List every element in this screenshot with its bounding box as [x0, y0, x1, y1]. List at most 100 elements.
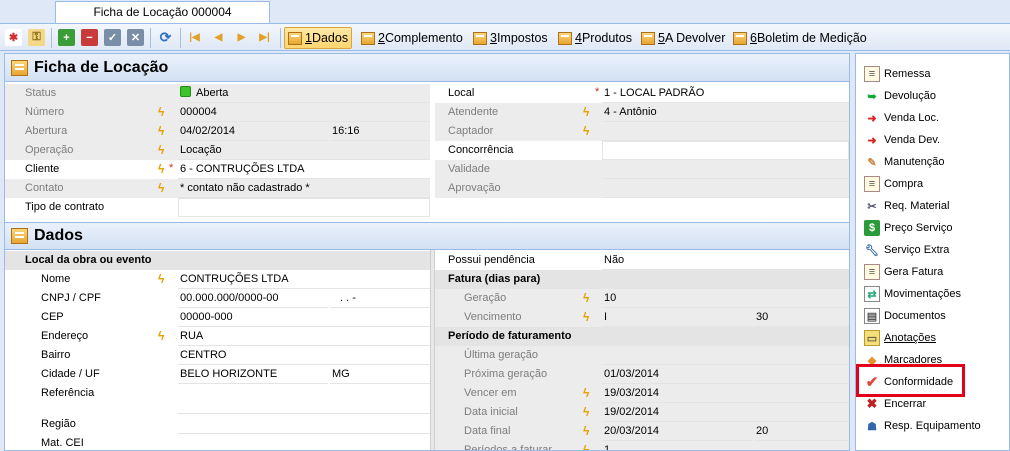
next-record-icon[interactable]: ▶ — [233, 29, 250, 46]
contato-field[interactable]: * contato não cadastrado * — [178, 179, 430, 198]
document-tab[interactable]: Ficha de Locação 000004 — [55, 1, 270, 24]
pendencia-field[interactable]: Não — [602, 251, 849, 270]
endereco-label: Endereço — [41, 330, 89, 342]
fatura-header: Fatura (dias para) — [448, 273, 541, 285]
action-conformidade[interactable]: ✔ Conformidade — [864, 372, 953, 392]
operacao-field[interactable]: Locação — [178, 141, 430, 160]
action-devolucao[interactable]: ➥ Devolução — [864, 86, 936, 106]
regiao-field[interactable] — [178, 415, 430, 434]
calendar-icon — [733, 31, 747, 45]
confirm-icon[interactable]: ✓ — [104, 29, 121, 46]
action-remessa[interactable]: ≡ Remessa — [864, 64, 930, 84]
geracao-field[interactable]: 10 — [602, 289, 849, 308]
action-anotacoes[interactable]: ▭ Anotações — [864, 328, 936, 348]
wrench-icon: ✎ — [867, 156, 877, 169]
lightning-icon: ϟ — [158, 162, 165, 176]
refresh-icon[interactable]: ⟳ — [157, 29, 174, 46]
tab-dados[interactable]: 1 Dados — [284, 27, 353, 49]
periodos-field[interactable]: 1 — [602, 441, 849, 450]
abertura-date-field[interactable]: 04/02/2014 — [178, 122, 328, 141]
cidade-field[interactable]: BELO HORIZONTE — [178, 365, 328, 384]
lightning-icon: ϟ — [158, 181, 165, 195]
action-encerrar[interactable]: ✖ Encerrar — [864, 394, 927, 414]
lightning-icon: ϟ — [583, 291, 590, 305]
abertura-label: Abertura — [25, 125, 68, 137]
cei-field[interactable] — [178, 434, 430, 450]
required-icon: * — [595, 86, 600, 98]
last-record-icon[interactable]: ▶| — [256, 29, 273, 46]
toolbar: ✱ ⚿ + − ✓ ✕ ⟳ |◀ ◀ ▶ ▶| 1 Dados 2 Comple… — [0, 23, 1010, 51]
cliente-field[interactable]: 6 - CONTRUÇÕES LTDA — [178, 160, 430, 179]
action-resp-equipamento[interactable]: ☗ Resp. Equipamento — [864, 416, 981, 436]
ie-field[interactable]: . . - — [330, 289, 430, 308]
first-record-icon[interactable]: |◀ — [186, 29, 203, 46]
proxima-geracao-field[interactable]: 01/03/2014 — [602, 365, 849, 384]
add-icon[interactable]: + — [58, 29, 75, 46]
action-venda-dev[interactable]: ➜ Venda Dev. — [864, 130, 940, 150]
calendar-icon — [361, 31, 375, 45]
regiao-label: Região — [41, 418, 76, 430]
action-req-material[interactable]: ✂ Req. Material — [864, 196, 949, 216]
tab-complemento[interactable]: 2 Complemento — [358, 27, 466, 49]
cep-field[interactable]: 00000-000 — [178, 308, 430, 327]
data-inicial-field[interactable]: 19/02/2014 — [602, 403, 849, 422]
calendar-icon — [558, 31, 572, 45]
concorrencia-field[interactable] — [602, 141, 849, 160]
vencer-field[interactable]: 19/03/2014 — [602, 384, 849, 403]
action-movimentacoes[interactable]: ⇄ Movimentações — [864, 284, 961, 304]
captador-field[interactable] — [602, 122, 849, 141]
cep-label: CEP — [41, 311, 64, 323]
action-preco-servico[interactable]: $ Preço Serviço — [864, 218, 952, 238]
endereco-field[interactable]: RUA — [178, 327, 430, 346]
data-final-days-field[interactable]: 20 — [754, 422, 849, 441]
actions-sidebar: ≡ Remessa ➥ Devolução ➜ Venda Loc. ➜ Venda D… — [855, 53, 1010, 451]
previous-record-icon[interactable]: ◀ — [210, 29, 227, 46]
uf-field[interactable]: MG — [330, 365, 430, 384]
vencimento-type-field[interactable]: I — [602, 308, 752, 327]
calendar-icon — [288, 31, 302, 45]
cnpj-field[interactable]: 00.000.000/0000-00 — [178, 289, 328, 308]
lightning-icon: ϟ — [583, 310, 590, 324]
nome-field[interactable]: CONTRUÇÕES LTDA — [178, 270, 430, 289]
tab-impostos[interactable]: 3 Impostos — [470, 27, 551, 49]
action-compra[interactable]: ≡ Compra — [864, 174, 923, 194]
referencia-field[interactable] — [178, 384, 430, 414]
abertura-time-field[interactable]: 16:16 — [330, 122, 430, 141]
section-title: Ficha de Locação — [34, 58, 169, 76]
action-marcadores[interactable]: ◆ Marcadores — [864, 350, 942, 370]
aprovacao-label: Aprovação — [448, 182, 501, 194]
data-final-field[interactable]: 20/03/2014 — [602, 422, 752, 441]
action-label: Encerrar — [884, 398, 927, 410]
user-equipment-icon: ☗ — [867, 420, 877, 433]
action-manutencao[interactable]: ✎ Manutenção — [864, 152, 944, 172]
ultima-geracao-field[interactable] — [602, 346, 849, 365]
action-label: Remessa — [884, 68, 931, 80]
action-documentos[interactable]: ▤ Documentos — [864, 306, 946, 326]
lock-icon[interactable]: ⚿ — [28, 29, 45, 46]
action-gera-fatura[interactable]: ≡ Gera Fatura — [864, 262, 943, 282]
aprovacao-field[interactable] — [602, 179, 849, 198]
vencimento-days-field[interactable]: 30 — [754, 308, 849, 327]
tab-number: 4 — [575, 31, 582, 45]
tab-number: 3 — [490, 31, 497, 45]
cancel-icon[interactable]: ✕ — [127, 29, 144, 46]
document-red-arrow-icon: ➜ — [867, 112, 877, 125]
remove-icon[interactable]: − — [81, 29, 98, 46]
new-record-icon[interactable]: ✱ — [5, 29, 22, 46]
tab-a-devolver[interactable]: 5 A Devolver — [638, 27, 728, 49]
lightning-icon: ϟ — [158, 124, 165, 138]
concorrencia-label: Concorrência — [448, 144, 514, 156]
tab-boletim-medicao[interactable]: 6 Boletim de Medição — [730, 27, 870, 49]
periodos-label: Períodos a faturar — [464, 444, 553, 451]
local-field[interactable]: 1 - LOCAL PADRÃO — [602, 84, 849, 103]
action-venda-loc[interactable]: ➜ Venda Loc. — [864, 108, 939, 128]
tipo-contrato-field[interactable] — [178, 198, 430, 217]
bairro-field[interactable]: CENTRO — [178, 346, 430, 365]
numero-field[interactable]: 000004 — [178, 103, 430, 122]
tab-produtos[interactable]: 4 Produtos — [555, 27, 635, 49]
atendente-field[interactable]: 4 - Antônio — [602, 103, 849, 122]
action-servico-extra[interactable]: 🔧︎ Serviço Extra — [864, 240, 949, 260]
tag-icon: ◆ — [867, 354, 877, 367]
tab-number: 5 — [658, 31, 665, 45]
validade-field[interactable] — [602, 160, 849, 179]
